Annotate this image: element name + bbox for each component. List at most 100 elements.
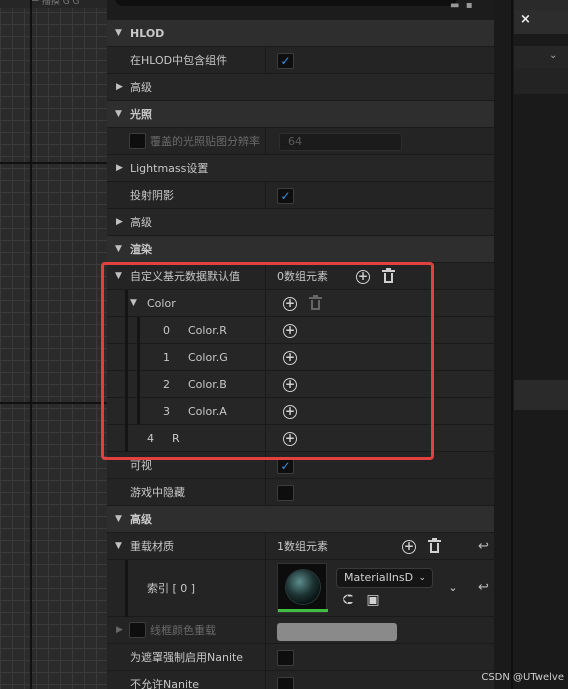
details-panel: ▬ ▪ ▼ HLOD 在HLOD中包含组件 ✓ ▶ 高级 ▼ 光照 覆盖的光照贴图分辨率 64 ▶ L… <box>107 0 494 689</box>
find-in-browser-icon[interactable]: ▣ <box>365 592 381 608</box>
category-header[interactable]: ▼ 高级 <box>107 506 494 533</box>
collapse-arrow-icon[interactable]: ▶ <box>116 155 123 182</box>
property-row[interactable]: 2 Color.B + <box>107 371 494 398</box>
category-label: 渲染 <box>130 243 152 256</box>
element-index: 2 <box>163 378 170 391</box>
checkbox-checked[interactable]: ✓ <box>277 53 294 69</box>
property-row[interactable]: ▼ Color + <box>107 290 494 317</box>
subcategory-label: Lightmass设置 <box>130 162 209 175</box>
viewport-grid-line <box>0 162 107 164</box>
indent-guide <box>125 371 128 398</box>
plus-circle-icon[interactable]: + <box>283 324 297 338</box>
close-icon[interactable]: × <box>520 12 531 27</box>
viewport-grid-line <box>0 402 107 404</box>
expand-arrow-icon[interactable]: ▼ <box>115 263 122 290</box>
group-label: Color <box>147 297 176 310</box>
property-row[interactable]: ▼ 重载材质 1数组元素 + ↩ <box>107 533 494 560</box>
plus-circle-icon[interactable]: + <box>283 351 297 365</box>
side-panel-area <box>514 380 568 410</box>
column-divider <box>265 425 266 452</box>
material-asset-dropdown[interactable]: MaterialInsD ⌄ <box>336 568 433 588</box>
side-panel: × ⌄ <box>494 0 568 689</box>
indent-guide <box>125 425 128 452</box>
column-divider <box>265 452 266 479</box>
plus-circle-icon[interactable]: + <box>283 432 297 446</box>
property-row[interactable]: 可视 ✓ <box>107 452 494 479</box>
property-row[interactable]: 0 Color.R + <box>107 317 494 344</box>
plus-circle-icon[interactable]: + <box>356 270 370 284</box>
property-row[interactable]: 投射阴影 ✓ <box>107 182 494 209</box>
details-toolbar: ▬ ▪ <box>107 0 494 20</box>
element-label: Color.R <box>188 324 227 337</box>
checkbox-unchecked[interactable] <box>277 677 294 689</box>
plus-circle-icon[interactable]: + <box>402 540 416 554</box>
expand-arrow-icon[interactable]: ▼ <box>115 236 122 263</box>
browse-arrow-icon[interactable]: ⮈ <box>340 592 356 608</box>
toolbar-icons[interactable]: ▬ ▪ <box>450 0 480 11</box>
checkbox-unchecked[interactable] <box>277 485 294 501</box>
property-row[interactable]: 游戏中隐藏 <box>107 479 494 506</box>
array-count: 1数组元素 <box>277 540 328 553</box>
property-row[interactable]: 1 Color.G + <box>107 344 494 371</box>
expand-arrow-icon[interactable]: ▼ <box>115 20 122 47</box>
property-row[interactable]: 在HLOD中包含组件 ✓ <box>107 47 494 74</box>
indent-guide <box>125 317 128 344</box>
material-thumbnail[interactable] <box>277 563 328 613</box>
viewport[interactable]: 一 描摸 G G <box>0 0 107 689</box>
category-header[interactable]: ▼ 渲染 <box>107 236 494 263</box>
property-row[interactable]: 索引 [ 0 ] MaterialInsD ⌄ ⮈ ▣ ⌄ ↩ <box>107 560 494 617</box>
override-checkbox[interactable] <box>129 622 146 638</box>
property-label: 投射阴影 <box>130 189 174 202</box>
side-panel-dropdown[interactable] <box>514 46 568 68</box>
chevron-down-icon[interactable]: ⌄ <box>445 580 461 596</box>
collapse-arrow-icon[interactable]: ▶ <box>116 617 123 644</box>
property-row[interactable]: ▶ 高级 <box>107 209 494 236</box>
property-row[interactable]: 为遮罩强制启用Nanite <box>107 644 494 671</box>
side-panel-area <box>514 68 568 94</box>
material-preview-sphere <box>286 570 320 604</box>
trash-icon[interactable] <box>309 295 322 311</box>
plus-circle-icon[interactable]: + <box>283 405 297 419</box>
expand-arrow-icon[interactable]: ▼ <box>130 290 137 317</box>
column-divider <box>265 182 266 209</box>
plus-circle-icon[interactable]: + <box>283 378 297 392</box>
watermark: CSDN @UTwelve <box>481 672 564 683</box>
trash-icon[interactable] <box>428 538 441 554</box>
category-header[interactable]: ▼ 光照 <box>107 101 494 128</box>
property-row[interactable]: 不允许Nanite <box>107 671 494 689</box>
reset-arrow-icon[interactable]: ↩ <box>478 580 489 595</box>
reset-arrow-icon[interactable]: ↩ <box>478 539 489 554</box>
expand-arrow-icon[interactable]: ▼ <box>115 506 122 533</box>
element-index: 3 <box>163 405 170 418</box>
collapse-arrow-icon[interactable]: ▶ <box>116 209 123 236</box>
property-row[interactable]: 覆盖的光照贴图分辨率 64 <box>107 128 494 155</box>
color-swatch[interactable] <box>277 623 397 641</box>
checkbox-unchecked[interactable] <box>277 650 294 666</box>
element-index: 0 <box>163 324 170 337</box>
column-divider <box>265 290 266 317</box>
property-row[interactable]: ▶ 线框颜色重载 <box>107 617 494 644</box>
property-row[interactable]: 4 R + <box>107 425 494 452</box>
element-label: Color.A <box>188 405 227 418</box>
trash-icon[interactable] <box>382 268 395 284</box>
expand-arrow-icon[interactable]: ▼ <box>115 101 122 128</box>
property-row[interactable]: ▶ 高级 <box>107 74 494 101</box>
expand-arrow-icon[interactable]: ▼ <box>115 533 122 560</box>
column-divider <box>265 479 266 506</box>
element-label: R <box>172 432 180 445</box>
indent-guide <box>137 398 140 425</box>
property-label: 不允许Nanite <box>130 678 200 689</box>
property-row[interactable]: 3 Color.A + <box>107 398 494 425</box>
property-row[interactable]: ▶ Lightmass设置 <box>107 155 494 182</box>
property-row[interactable]: ▼ 自定义基元数据默认值 0数组元素 + <box>107 263 494 290</box>
chevron-down-icon[interactable]: ⌄ <box>549 50 557 61</box>
element-label: Color.B <box>188 378 227 391</box>
number-field[interactable]: 64 <box>279 133 402 151</box>
category-header[interactable]: ▼ HLOD <box>107 20 494 47</box>
checkbox-checked[interactable]: ✓ <box>277 188 294 204</box>
checkbox-checked[interactable]: ✓ <box>277 458 294 474</box>
override-checkbox[interactable] <box>129 133 146 149</box>
plus-circle-icon[interactable]: + <box>283 297 297 311</box>
search-input[interactable] <box>115 0 457 6</box>
collapse-arrow-icon[interactable]: ▶ <box>116 74 123 101</box>
